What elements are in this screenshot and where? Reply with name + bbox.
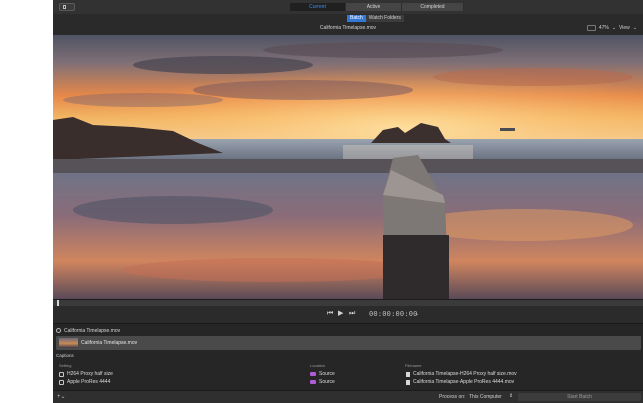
compressor-window: Current Active Completed Batch Watch Fol…	[53, 0, 643, 403]
location-cell[interactable]: Source	[310, 379, 335, 385]
viewer-header: Batch Watch Folders California Timelapse…	[53, 14, 643, 35]
select-arrows-icon[interactable]: ⇕	[509, 393, 513, 399]
location-name: Source	[319, 379, 335, 385]
source-header: California Timelapse.mov	[56, 326, 120, 335]
timecode-display[interactable]: 00:00:00:00	[369, 310, 418, 318]
bottom-bar: +⌄ Process on: This Computer ⇕ Start Bat…	[53, 390, 643, 403]
sidebar-toggle-button[interactable]	[59, 3, 75, 11]
zoom-level[interactable]: 47%	[599, 25, 609, 31]
location-name: Source	[319, 371, 335, 377]
setting-name: H264 Proxy half size	[67, 371, 113, 377]
filename-cell[interactable]: California Timelapse-H264 Proxy half siz…	[406, 371, 517, 377]
document-icon	[406, 371, 410, 377]
view-chevron-icon: ⌄	[632, 25, 637, 31]
tab-active[interactable]: Active	[346, 3, 402, 11]
process-on-select[interactable]: This Computer	[469, 394, 502, 400]
sunset-seascape-image	[53, 35, 643, 299]
document-icon	[406, 379, 410, 385]
zoom-fit-icon[interactable]	[586, 25, 596, 31]
column-filename: Filename	[405, 363, 422, 368]
sidebar-icon	[63, 5, 66, 9]
source-thumbnail	[59, 338, 78, 348]
source-name: California Timelapse.mov	[81, 340, 138, 346]
output-row[interactable]: H264 Proxy half size Source California T…	[56, 370, 641, 378]
setting-icon	[59, 379, 64, 385]
tab-batch[interactable]: Batch	[347, 15, 366, 22]
desktop-background	[0, 0, 53, 402]
view-menu[interactable]: View	[619, 25, 630, 31]
setting-name: Apple ProRes 4444	[67, 379, 111, 385]
top-toolbar: Current Active Completed	[53, 0, 643, 15]
clock-icon	[56, 328, 61, 333]
video-viewer[interactable]	[53, 35, 643, 299]
batch-tabs: Batch Watch Folders	[347, 15, 404, 22]
view-segmented-control: Current Active Completed	[290, 3, 464, 11]
play-icon[interactable]: ▶	[338, 310, 343, 317]
viewer-file-title: California Timelapse.mov	[319, 25, 377, 31]
column-setting: Setting	[59, 363, 72, 368]
filename-cell[interactable]: California Timelapse-Apple ProRes 4444.m…	[406, 379, 514, 385]
setting-cell: Apple ProRes 4444	[59, 379, 110, 385]
skip-forward-icon[interactable]: ⏭	[349, 310, 355, 317]
source-job-row[interactable]: California Timelapse.mov	[56, 336, 641, 350]
timecode-chevron-icon[interactable]: ⌄	[415, 311, 419, 317]
folder-icon	[310, 380, 316, 384]
source-header-label: California Timelapse.mov	[64, 327, 121, 334]
viewer-controls: 47% ⌄ View ⌄	[586, 25, 637, 31]
zoom-chevron-icon: ⌄	[611, 25, 617, 31]
filename-value: California Timelapse-Apple ProRes 4444.m…	[413, 379, 515, 385]
captions-label[interactable]: Captions	[56, 353, 74, 358]
timeline-scrubber[interactable]	[53, 299, 643, 306]
tab-completed[interactable]: Completed	[402, 3, 464, 11]
location-cell[interactable]: Source	[310, 371, 335, 377]
tab-watch-folders[interactable]: Watch Folders	[365, 15, 404, 22]
column-location: Location	[310, 363, 326, 368]
setting-cell: H264 Proxy half size	[59, 371, 113, 377]
skip-back-icon[interactable]: ⏮	[327, 310, 333, 317]
setting-icon	[59, 371, 64, 377]
filename-value: California Timelapse-H264 Proxy half siz…	[413, 371, 517, 377]
transport-controls: ⏮ ▶ ⏭ 00:00:00:00 ⌄	[53, 306, 643, 323]
batch-list: California Timelapse.mov California Time…	[53, 323, 643, 391]
tab-current[interactable]: Current	[290, 3, 346, 11]
folder-icon	[310, 372, 316, 376]
add-icon[interactable]: +⌄	[57, 393, 66, 400]
start-batch-button[interactable]: Start Batch	[518, 393, 641, 401]
process-on-label: Process on:	[439, 394, 466, 400]
output-row[interactable]: Apple ProRes 4444 Source California Time…	[56, 378, 641, 386]
